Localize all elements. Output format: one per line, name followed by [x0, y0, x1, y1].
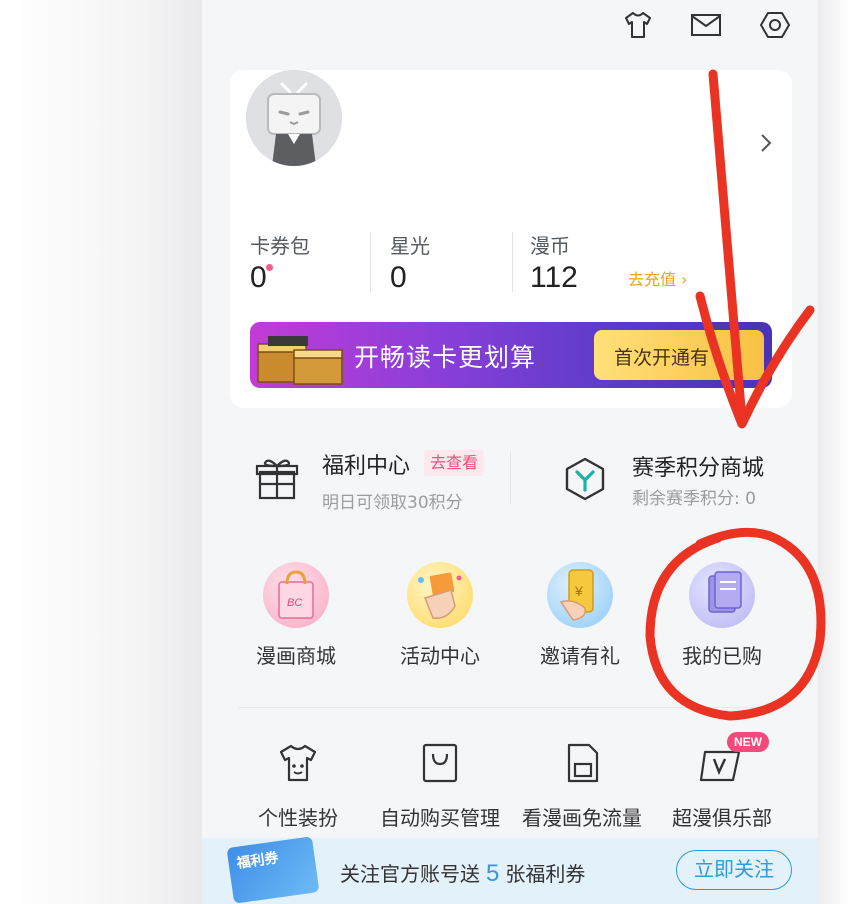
coupon-count: 5 [486, 860, 500, 887]
welfare-center-title[interactable]: 福利中心 [322, 448, 410, 480]
follow-text-before: 关注官方账号送 [340, 862, 480, 886]
follow-text: 关注官方账号送 5 张福利券 [340, 858, 585, 888]
stat-label: 漫币 [530, 234, 570, 258]
tool-label: 超漫俱乐部 [672, 806, 772, 830]
tool-label: 看漫画免流量 [522, 806, 642, 830]
reading-card-banner[interactable]: 开畅读卡更划算 首次开通有 [250, 322, 772, 388]
follow-text-after: 张福利券 [505, 862, 586, 886]
recharge-link[interactable]: 去充值 › [628, 266, 688, 290]
welfare-section: 福利中心 去查看 明日可领取30积分 赛季积分商城 剩余赛季积分: 0 [202, 432, 818, 532]
feature-label: 漫画商城 [256, 644, 336, 668]
season-shop-icon [562, 456, 608, 502]
section-divider [238, 707, 784, 708]
feature-comic-mall[interactable]: BC 漫画商城 [226, 562, 366, 669]
stat-coins[interactable]: 漫币 112 [530, 230, 578, 295]
banner-button-label: 首次开通有 [614, 347, 710, 369]
background-left [0, 0, 205, 904]
tool-label: 个性装扮 [258, 806, 338, 830]
notification-dot [266, 264, 273, 271]
tshirt-icon[interactable] [620, 7, 656, 43]
coupon-icon: 福利券 [226, 836, 320, 904]
gift-icon [254, 456, 300, 502]
chevron-right-icon: › [681, 270, 688, 289]
hand-icon [407, 562, 473, 628]
sim-card-icon [559, 740, 605, 786]
tool-free-data[interactable]: 看漫画免流量 [512, 740, 652, 831]
stat-label: 卡券包 [250, 234, 310, 258]
divider [510, 452, 511, 504]
stat-value: 112 [530, 261, 578, 294]
svg-text:¥: ¥ [574, 583, 583, 599]
profile-card: 卡券包 0 星光 0 漫币 112 去充值 › 开畅读卡更划算 首次开通有 [230, 70, 792, 408]
bag-icon: BC [263, 562, 329, 628]
follow-bar: 福利券 关注官方账号送 5 张福利券 立即关注 [202, 836, 818, 904]
recharge-label: 去充值 [628, 270, 677, 289]
feature-label: 我的已购 [682, 644, 762, 668]
view-tag[interactable]: 去查看 [424, 450, 485, 476]
top-bar [202, 0, 818, 50]
welfare-center-subtitle: 明日可领取30积分 [322, 493, 463, 513]
books-illustration-icon [257, 336, 343, 385]
stat-value: 0 [390, 261, 407, 294]
avatar[interactable] [246, 70, 342, 166]
new-badge: NEW [727, 732, 769, 752]
coupon-label: 福利券 [235, 850, 280, 872]
banner-text: 开畅读卡更划算 [354, 343, 537, 372]
background-right [818, 0, 850, 904]
feature-my-purchases[interactable]: 我的已购 [652, 562, 792, 669]
tool-auto-buy[interactable]: 自动购买管理 [370, 740, 510, 831]
mail-icon[interactable] [688, 7, 724, 43]
season-shop-subtitle: 剩余赛季积分: 0 [632, 489, 756, 509]
banner-button[interactable]: 首次开通有 [594, 330, 764, 380]
follow-button[interactable]: 立即关注 [676, 850, 792, 890]
divider [512, 232, 513, 292]
chevron-right-icon[interactable] [758, 132, 774, 158]
tool-label: 自动购买管理 [380, 806, 500, 830]
feature-invite[interactable]: ¥ 邀请有礼 [510, 562, 650, 669]
books-icon [689, 562, 755, 628]
season-shop-title[interactable]: 赛季积分商城 [632, 450, 764, 482]
stat-starlight[interactable]: 星光 0 [390, 230, 430, 295]
settings-icon[interactable] [757, 7, 793, 43]
shopping-bag-icon [417, 740, 463, 786]
stat-label: 星光 [390, 234, 430, 258]
club-icon: NEW [699, 732, 769, 786]
feature-activity-center[interactable]: 活动中心 [370, 562, 510, 669]
tool-dress-up[interactable]: 个性装扮 [228, 740, 368, 831]
stat-value: 0 [250, 261, 267, 294]
feature-label: 邀请有礼 [540, 644, 620, 668]
phone-icon: ¥ [547, 562, 613, 628]
stat-coupons[interactable]: 卡券包 0 [250, 230, 310, 295]
divider [370, 232, 371, 292]
phone-screen: 卡券包 0 星光 0 漫币 112 去充值 › 开畅读卡更划算 首次开通有 福利… [202, 0, 818, 904]
feature-label: 活动中心 [400, 644, 480, 668]
svg-text:BC: BC [287, 597, 302, 609]
tshirt-icon [275, 740, 321, 786]
tool-super-club[interactable]: NEW 超漫俱乐部 [652, 732, 792, 831]
